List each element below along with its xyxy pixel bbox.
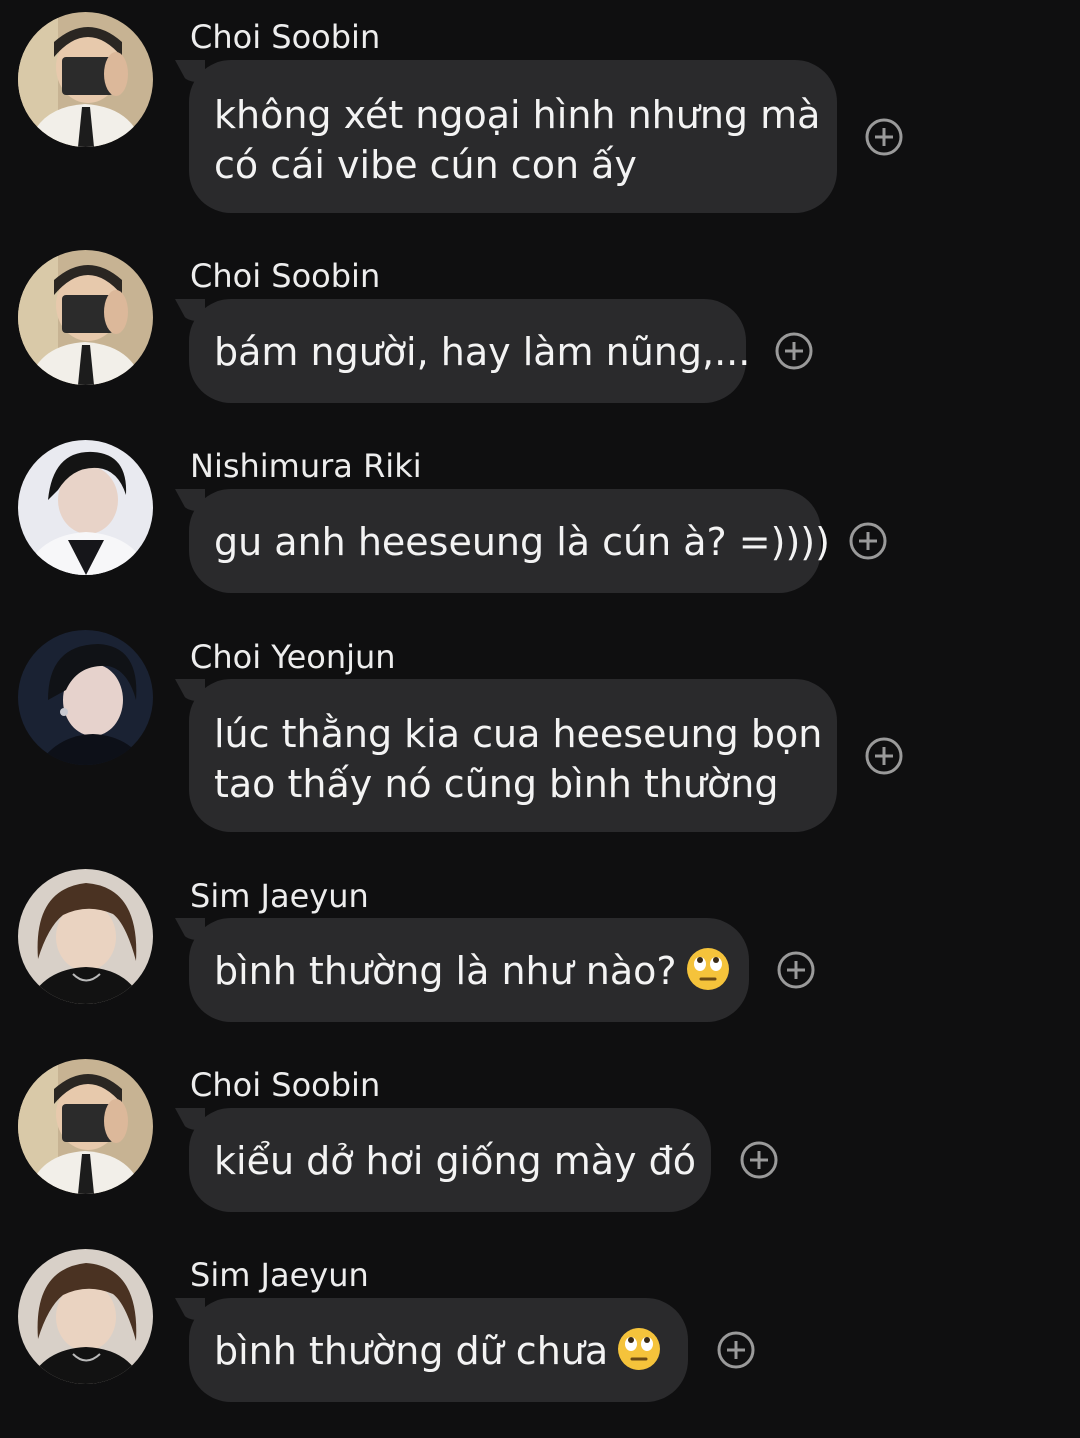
message-text: bám người, hay làm nũng,...	[214, 330, 751, 374]
message-text: có cái vibe cún con ấy	[214, 143, 637, 187]
avatar-sim-jaeyun[interactable]	[18, 869, 153, 1004]
sender-name: Choi Yeonjun	[190, 638, 396, 676]
add-reaction-icon[interactable]	[775, 332, 813, 370]
message-text: kiểu dở hơi giống mày đó	[214, 1139, 696, 1183]
message-bubble[interactable]: bình thường là như nào?	[189, 918, 749, 1022]
message-bubble[interactable]: bình thường dữ chưa	[189, 1298, 688, 1402]
message-bubble[interactable]: không xét ngoại hình nhưng mà có cái vib…	[189, 60, 837, 213]
message-bubble[interactable]: lúc thằng kia cua heeseung bọn tao thấy …	[189, 679, 837, 832]
avatar-sim-jaeyun[interactable]	[18, 1249, 153, 1384]
sender-name: Choi Soobin	[190, 257, 381, 295]
message-text: bình thường dữ chưa	[214, 1329, 609, 1373]
add-reaction-icon[interactable]	[740, 1141, 778, 1179]
sender-name: Sim Jaeyun	[190, 877, 369, 915]
sender-name: Choi Soobin	[190, 18, 381, 56]
message-text: lúc thằng kia cua heeseung bọn	[214, 712, 823, 756]
message-text: không xét ngoại hình nhưng mà	[214, 93, 821, 137]
add-reaction-icon[interactable]	[865, 737, 903, 775]
avatar-nishimura-riki[interactable]	[18, 440, 153, 575]
message-bubble[interactable]: kiểu dở hơi giống mày đó	[189, 1108, 711, 1212]
sender-name: Choi Soobin	[190, 1066, 381, 1104]
avatar-choi-soobin[interactable]	[18, 250, 153, 385]
message-text: gu anh heeseung là cún à? =))))	[214, 520, 830, 564]
face-with-rolling-eyes-icon	[616, 1326, 662, 1372]
avatar-choi-soobin[interactable]	[18, 1059, 153, 1194]
add-reaction-icon[interactable]	[865, 118, 903, 156]
message-text: bình thường là như nào?	[214, 949, 677, 993]
avatar-choi-soobin[interactable]	[18, 12, 153, 147]
message-bubble[interactable]: bám người, hay làm nũng,...	[189, 299, 751, 403]
message-text: tao thấy nó cũng bình thường	[214, 762, 779, 806]
face-with-rolling-eyes-icon	[685, 946, 731, 992]
sender-name: Sim Jaeyun	[190, 1256, 369, 1294]
avatar-choi-yeonjun[interactable]	[18, 630, 153, 765]
message-bubble[interactable]: gu anh heeseung là cún à? =))))	[189, 489, 830, 593]
sender-name: Nishimura Riki	[190, 447, 422, 485]
add-reaction-icon[interactable]	[777, 951, 815, 989]
add-reaction-icon[interactable]	[717, 1331, 755, 1369]
add-reaction-icon[interactable]	[849, 522, 887, 560]
